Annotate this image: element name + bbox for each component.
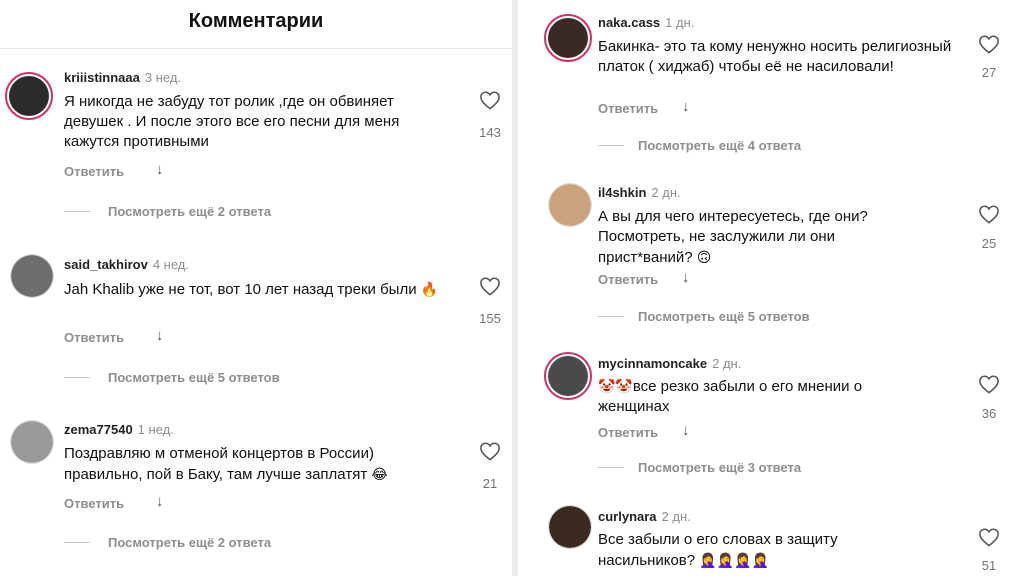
- comment-meta: zema77540 1 нед.: [64, 422, 174, 438]
- comment-time: 4 нед.: [152, 257, 189, 272]
- like-count: 143: [479, 125, 501, 140]
- avatar[interactable]: [10, 254, 54, 298]
- reply-button[interactable]: Ответить: [598, 272, 658, 287]
- comment-time: 1 дн.: [665, 15, 695, 30]
- arrow-down-icon[interactable]: ↓: [156, 161, 164, 178]
- avatar[interactable]: [544, 14, 592, 62]
- comment-meta: curlynara 2 дн.: [598, 509, 691, 525]
- arrow-down-icon[interactable]: ↓: [156, 327, 164, 344]
- reply-button[interactable]: Ответить: [598, 425, 658, 440]
- username-link[interactable]: il4shkin: [598, 185, 646, 200]
- reply-button[interactable]: Ответить: [64, 496, 124, 511]
- comment-text: Jah Khalib уже не тот, вот 10 лет назад …: [64, 279, 444, 300]
- like-count: 21: [482, 476, 498, 491]
- comment-text-body: Я никогда не забуду тот ролик ,где он об…: [64, 93, 400, 150]
- heart-outline-icon[interactable]: [479, 276, 501, 296]
- username-link[interactable]: kriiistinnaaa: [64, 70, 140, 85]
- comment-text-body: Jah Khalib уже не тот, вот 10 лет назад …: [64, 281, 417, 298]
- avatar-image: [549, 506, 591, 548]
- comment-time: 3 нед.: [144, 70, 182, 85]
- avatar-image: [9, 76, 49, 116]
- avatar[interactable]: [5, 72, 53, 120]
- comment-meta: naka.cass 1 дн.: [598, 15, 694, 31]
- heart-outline-icon[interactable]: [978, 204, 1000, 224]
- comment-meta: mycinnamoncake 2 дн.: [598, 356, 741, 372]
- heart-outline-icon[interactable]: [978, 34, 1000, 54]
- upside-down-face-emoji: 🙃: [696, 249, 712, 265]
- comment-time: 2 дн.: [661, 509, 691, 524]
- comment-text: А вы для чего интересуетесь, где они? По…: [598, 207, 928, 268]
- like-count: 51: [981, 558, 997, 573]
- comment-time: 2 дн.: [651, 185, 681, 200]
- avatar-image: [548, 356, 588, 396]
- page-title: Комментарии: [188, 10, 324, 32]
- view-more-replies-button[interactable]: Посмотреть ещё 3 ответа: [638, 460, 801, 475]
- comment-text: Бакинка- это та кому ненужно носить рели…: [598, 37, 963, 77]
- view-more-replies-button[interactable]: Посмотреть ещё 4 ответа: [638, 138, 801, 153]
- comment-meta: il4shkin 2 дн.: [598, 185, 681, 201]
- avatar[interactable]: [548, 183, 592, 227]
- divider-line: [64, 542, 90, 543]
- comment-text-body: Бакинка- это та кому ненужно носить рели…: [598, 38, 952, 75]
- facepalm-emoji: 🤦‍♀️🤦‍♀️🤦‍♀️🤦‍♀️: [699, 552, 770, 568]
- clown-emoji: 🤡🤡: [598, 378, 633, 394]
- avatar-image: [11, 421, 53, 463]
- arrow-down-icon[interactable]: ↓: [682, 98, 690, 115]
- username-link[interactable]: zema77540: [64, 422, 133, 437]
- divider-line: [598, 467, 624, 468]
- comment-time: 1 нед.: [137, 422, 174, 437]
- comment-text: Я никогда не забуду тот ролик ,где он об…: [64, 92, 424, 152]
- heart-outline-icon[interactable]: [978, 374, 1000, 394]
- reply-button[interactable]: Ответить: [598, 101, 658, 116]
- divider-line: [598, 145, 624, 146]
- title-divider: [0, 48, 512, 49]
- arrow-down-icon[interactable]: ↓: [682, 422, 690, 439]
- avatar-image: [11, 255, 53, 297]
- comment-text-body: А вы для чего интересуетесь, где они? По…: [598, 208, 868, 266]
- heart-outline-icon[interactable]: [479, 441, 501, 461]
- comments-panel-left: Комментарии kriiistinnaaa 3 нед. Я никогд…: [0, 0, 512, 576]
- avatar-image: [548, 18, 588, 58]
- like-count: 155: [479, 311, 501, 326]
- comment-text: Поздравляю м отменой концертов в России)…: [64, 444, 454, 485]
- avatar-image: [549, 184, 591, 226]
- comment-text: 🤡🤡все резко забыли о его мнении о женщин…: [598, 376, 928, 417]
- divider-line: [64, 377, 90, 378]
- like-count: 27: [981, 65, 997, 80]
- laughing-emoji: 😂: [371, 466, 388, 482]
- avatar[interactable]: [544, 352, 592, 400]
- divider-line: [598, 316, 624, 317]
- avatar[interactable]: [10, 420, 54, 464]
- view-more-replies-button[interactable]: Посмотреть ещё 2 ответа: [108, 535, 271, 550]
- comments-panel-right: naka.cass 1 дн. Бакинка- это та кому нену…: [518, 0, 1024, 576]
- heart-outline-icon[interactable]: [479, 90, 501, 110]
- comment-meta: said_takhirov 4 нед.: [64, 257, 189, 273]
- view-more-replies-button[interactable]: Посмотреть ещё 5 ответов: [638, 309, 810, 324]
- username-link[interactable]: said_takhirov: [64, 257, 148, 272]
- like-count: 36: [981, 406, 997, 421]
- username-link[interactable]: naka.cass: [598, 15, 660, 30]
- avatar[interactable]: [548, 505, 592, 549]
- heart-outline-icon[interactable]: [978, 527, 1000, 547]
- comment-meta: kriiistinnaaa 3 нед.: [64, 70, 181, 86]
- like-count: 25: [981, 236, 997, 251]
- divider-line: [64, 211, 90, 212]
- comment-time: 2 дн.: [712, 356, 742, 371]
- view-more-replies-button[interactable]: Посмотреть ещё 2 ответа: [108, 204, 271, 219]
- arrow-down-icon[interactable]: ↓: [682, 269, 690, 286]
- reply-button[interactable]: Ответить: [64, 330, 124, 345]
- comment-text: Все забыли о его словах в защиту насильн…: [598, 530, 898, 571]
- fire-emoji: 🔥: [420, 281, 439, 297]
- comment-text-body: Поздравляю м отменой концертов в России)…: [64, 445, 374, 483]
- arrow-down-icon[interactable]: ↓: [156, 493, 164, 510]
- reply-button[interactable]: Ответить: [64, 164, 124, 179]
- username-link[interactable]: mycinnamoncake: [598, 356, 707, 371]
- username-link[interactable]: curlynara: [598, 509, 657, 524]
- comment-text-body: все резко забыли о его мнении о женщинах: [598, 378, 863, 415]
- view-more-replies-button[interactable]: Посмотреть ещё 5 ответов: [108, 370, 280, 385]
